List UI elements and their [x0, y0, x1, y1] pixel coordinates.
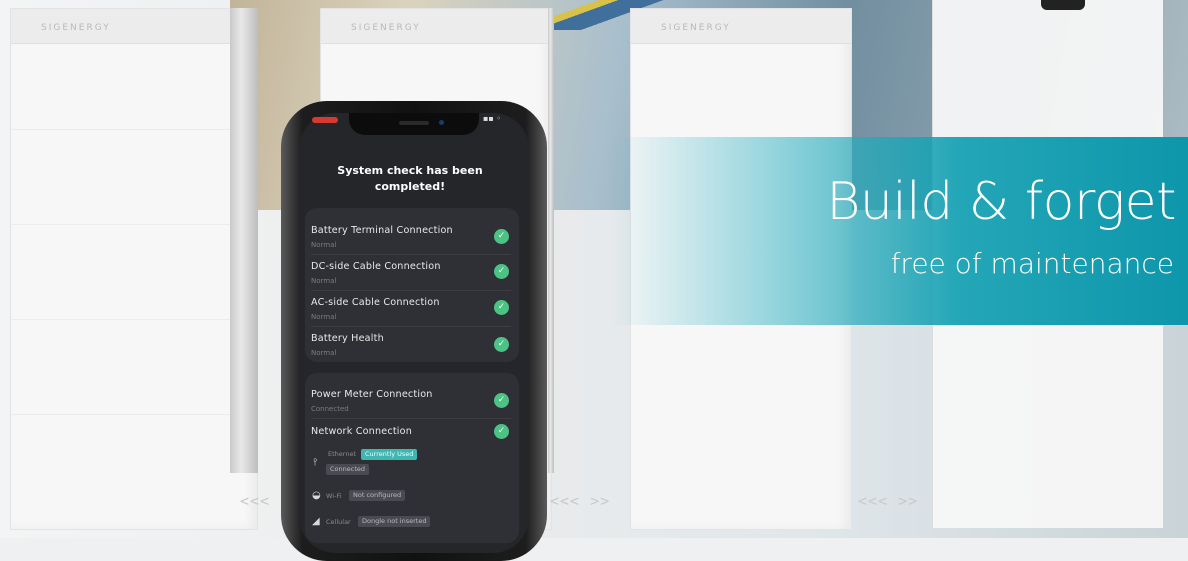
- unit-side-panel: [230, 8, 258, 473]
- unit-side-panel: [548, 8, 554, 473]
- system-check-title: System check has been completed!: [330, 163, 490, 195]
- unit-seam: [11, 319, 257, 320]
- row-divider: [311, 418, 511, 419]
- cellular-signal-icon: ◢: [312, 516, 320, 527]
- check-icon: ✓: [494, 300, 509, 315]
- wifi-status-badge: Not configured: [349, 490, 406, 501]
- check-status: Normal: [311, 313, 337, 321]
- currently-used-badge: Currently Used: [361, 449, 418, 460]
- check-icon: ✓: [494, 337, 509, 352]
- camera-icon: [439, 120, 444, 125]
- wifi-icon: ◒: [312, 490, 321, 501]
- connection-name: Network Connection: [311, 426, 412, 437]
- check-name: Battery Terminal Connection: [311, 225, 453, 236]
- connection-name: Power Meter Connection: [311, 389, 433, 400]
- device-display: [1041, 0, 1085, 10]
- brand-logo-text: SIGENERGY: [661, 23, 731, 33]
- unit-seam: [11, 129, 257, 130]
- row-divider: [311, 290, 511, 291]
- ethernet-status-badge: Connected: [326, 464, 370, 475]
- recording-indicator: [312, 117, 338, 123]
- chevron-mark: <<< >>: [550, 492, 611, 510]
- check-icon: ✓: [494, 229, 509, 244]
- check-status: Normal: [311, 349, 337, 357]
- unit-seam: [11, 414, 257, 415]
- wifi-label: Wi-Fi: [326, 492, 342, 500]
- row-divider: [311, 326, 511, 327]
- chevron-mark: <<<: [240, 492, 271, 510]
- check-name: Battery Health: [311, 333, 384, 344]
- connection-status: Connected: [311, 405, 349, 413]
- battery-unit-1: SIGENERGY: [10, 8, 258, 530]
- check-status: Normal: [311, 241, 337, 249]
- unit-seam: [11, 224, 257, 225]
- brand-logo-text: SIGENERGY: [41, 23, 111, 33]
- title-line: System check has been: [337, 164, 483, 177]
- cellular-status-badge: Dongle not inserted: [358, 516, 431, 527]
- speaker-grille: [399, 121, 429, 125]
- brand-logo-text: SIGENERGY: [351, 23, 421, 33]
- row-divider: [311, 254, 511, 255]
- check-icon: ✓: [494, 393, 509, 408]
- check-name: DC-side Cable Connection: [311, 261, 441, 272]
- check-status: Normal: [311, 277, 337, 285]
- signal-icon: ▪▪ ◦: [483, 114, 502, 123]
- ethernet-label: Ethernet: [328, 450, 356, 458]
- ethernet-icon: ⫯: [313, 457, 318, 468]
- chevron-mark: <<< >>: [858, 492, 919, 510]
- check-icon: ✓: [494, 424, 509, 439]
- cellular-label: Cellular: [326, 518, 351, 526]
- check-name: AC-side Cable Connection: [311, 297, 440, 308]
- check-icon: ✓: [494, 264, 509, 279]
- title-line: completed!: [374, 180, 446, 193]
- banner-headline: Build & forget: [826, 172, 1176, 232]
- banner-subline: free of maintenance: [890, 247, 1174, 280]
